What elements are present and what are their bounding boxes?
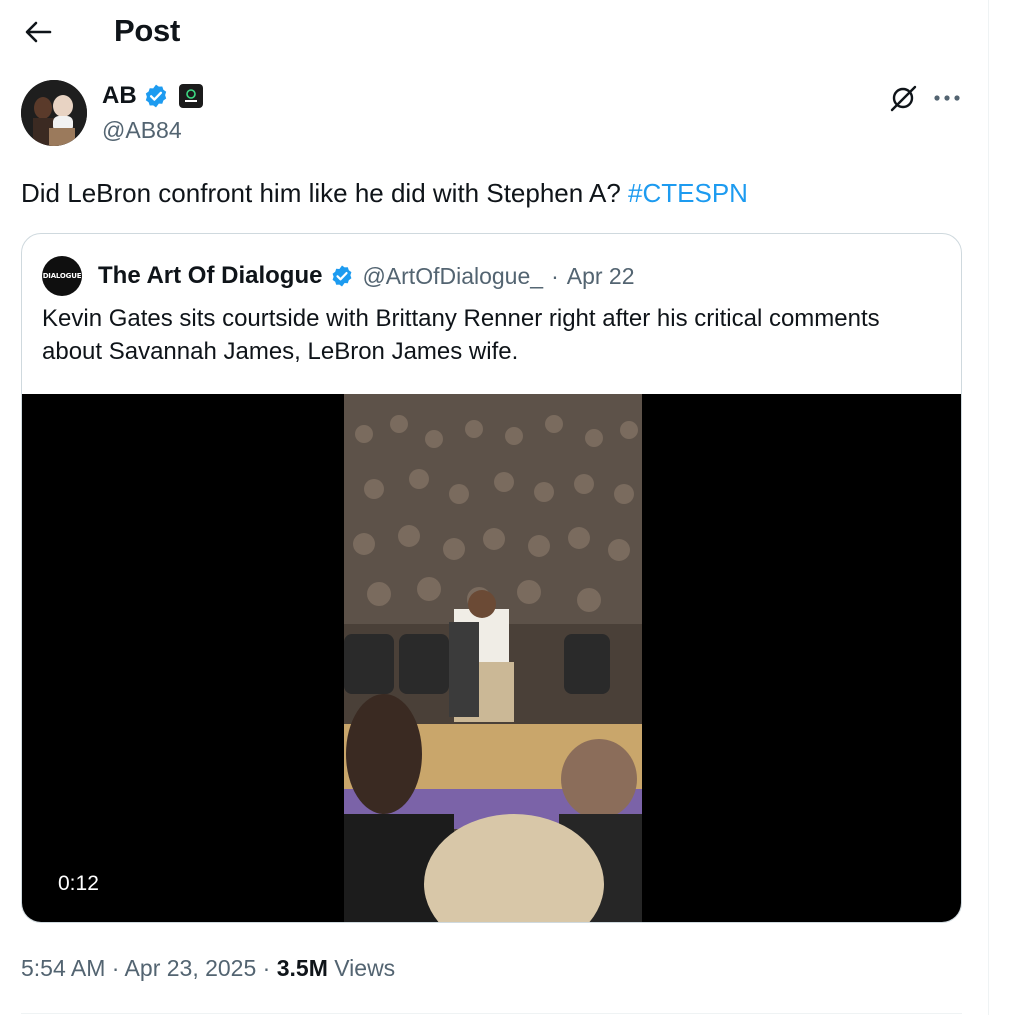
author-avatar[interactable]: [21, 80, 87, 146]
verified-badge-icon: [333, 265, 352, 287]
video-thumbnail: [344, 394, 642, 922]
post-text: Did LeBron confront him like he did with…: [21, 176, 961, 210]
hashtag-link[interactable]: #CTESPN: [628, 178, 748, 208]
post-timestamp[interactable]: 5:54 AM · Apr 23, 2025 ·: [21, 955, 277, 981]
grok-button[interactable]: [884, 80, 922, 116]
verified-badge-icon: [145, 84, 166, 108]
quoted-post-date[interactable]: Apr 22: [567, 263, 635, 290]
video-thumbnail-image: [344, 394, 642, 922]
post-meta: 5:54 AM · Apr 23, 2025 · 3.5M Views: [21, 955, 395, 982]
quoted-separator: ·: [551, 262, 559, 289]
quoted-author-avatar[interactable]: DIALOGUE: [42, 256, 82, 296]
page-header: Post: [0, 0, 988, 64]
more-options-button[interactable]: [928, 80, 966, 116]
back-button[interactable]: [18, 14, 58, 50]
quoted-post-header: DIALOGUE The Art Of Dialogue @ArtOfDialo…: [42, 256, 635, 296]
page-title: Post: [114, 13, 180, 48]
post-divider: [21, 1013, 962, 1014]
arrow-left-icon: [25, 21, 52, 43]
quoted-post-text: Kevin Gates sits courtside with Brittany…: [42, 305, 880, 365]
avatar-image: [21, 80, 87, 146]
author-name-row: AB: [102, 82, 203, 110]
post-body: Did LeBron confront him like he did with…: [21, 178, 629, 208]
affiliate-badge-icon[interactable]: [178, 84, 203, 108]
video-player[interactable]: 0:12: [22, 394, 961, 922]
author-handle[interactable]: @AB84: [102, 117, 182, 144]
views-label: Views: [327, 955, 396, 981]
author-name[interactable]: AB: [102, 82, 137, 110]
video-duration: 0:12: [58, 872, 99, 895]
quoted-avatar-logo-text: DIALOGUE: [42, 272, 82, 280]
quoted-author-handle[interactable]: @ArtOfDialogue_: [362, 263, 543, 290]
views-count: 3.5M: [276, 955, 328, 981]
right-column-divider: [988, 0, 989, 1015]
grok-icon: [890, 85, 917, 112]
more-horizontal-icon: [934, 95, 960, 101]
quoted-author-name[interactable]: The Art Of Dialogue: [98, 262, 322, 290]
quoted-post[interactable]: DIALOGUE The Art Of Dialogue @ArtOfDialo…: [21, 233, 962, 923]
